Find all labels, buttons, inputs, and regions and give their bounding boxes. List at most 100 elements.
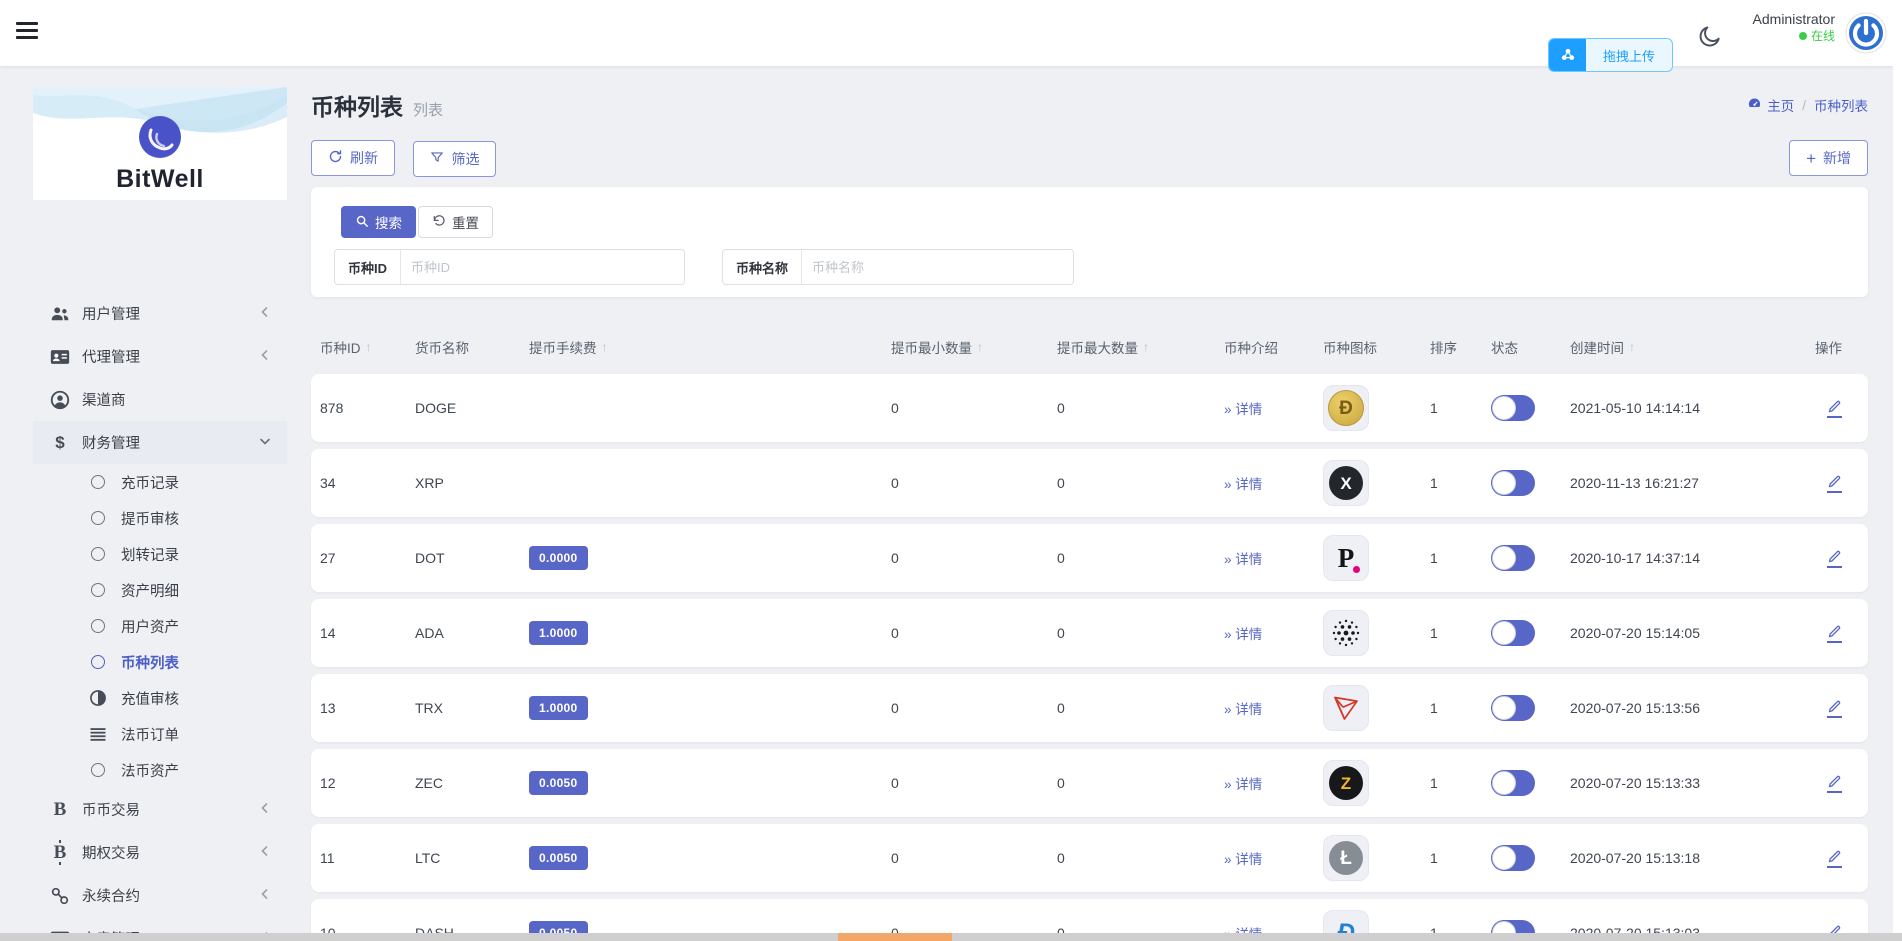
status-toggle[interactable] — [1491, 545, 1535, 571]
sidebar-item[interactable]: 用户管理 — [33, 292, 287, 335]
coin-name-cell: DOT — [415, 550, 529, 566]
radio-icon — [88, 583, 108, 597]
detail-cell: » 详情 — [1224, 698, 1323, 718]
username: Administrator — [1735, 10, 1835, 28]
sidebar-item[interactable]: 法币资产 — [33, 752, 287, 788]
min-withdraw-cell: 0 — [891, 700, 1057, 716]
operation-cell — [1815, 774, 1868, 793]
coin-name-cell: LTC — [415, 850, 529, 866]
detail-link[interactable]: » 详情 — [1224, 702, 1262, 717]
sidebar-item[interactable]: 代理管理 — [33, 335, 287, 378]
breadcrumb-home-link[interactable]: 主页 — [1747, 95, 1794, 115]
sidebar-item[interactable]: 提币审核 — [33, 500, 287, 536]
detail-link[interactable]: » 详情 — [1224, 552, 1262, 567]
coin-id-cell: 13 — [311, 700, 415, 716]
online-status: 在线 — [1811, 29, 1835, 43]
reset-button[interactable]: 重置 — [418, 206, 493, 238]
column-header-label: 币种介绍 — [1224, 337, 1278, 357]
hamburger-menu-icon[interactable] — [16, 22, 42, 44]
horizontal-scrollbar-thumb[interactable] — [838, 933, 952, 941]
sidebar: BitWell 用户管理代理管理渠道商$财务管理充币记录提币审核划转记录资产明细… — [33, 87, 287, 941]
sidebar-item-label: 资产明细 — [121, 580, 179, 601]
coin-name-input[interactable] — [802, 250, 1073, 284]
link-icon — [47, 886, 73, 906]
edit-button[interactable] — [1827, 699, 1842, 718]
status-toggle[interactable] — [1491, 395, 1535, 421]
bitcoin-icon: B — [47, 843, 73, 862]
operation-cell — [1815, 549, 1868, 568]
coin-name-field-group: 币种名称 — [722, 249, 1074, 285]
coin-name-cell: TRX — [415, 700, 529, 716]
fee-badge: 0.0050 — [529, 771, 588, 795]
add-button[interactable]: + 新增 — [1789, 140, 1868, 176]
page-title: 币种列表 列表 — [311, 88, 443, 122]
search-button[interactable]: 搜索 — [341, 206, 416, 238]
min-withdraw-cell: 0 — [891, 400, 1057, 416]
edit-button[interactable] — [1827, 399, 1842, 418]
admin-page: 拖拽上传 Administrator 在线 BitWell 用户管理代理管理渠道… — [0, 0, 1902, 941]
edit-button[interactable] — [1827, 624, 1842, 643]
sidebar-item[interactable]: $财务管理 — [33, 421, 287, 464]
coin-name-cell: DOGE — [415, 400, 529, 416]
refresh-icon — [328, 149, 343, 167]
column-header[interactable]: 币种ID↑ — [311, 337, 415, 357]
list-icon — [88, 724, 108, 744]
chevron-left-icon — [259, 306, 271, 322]
avatar[interactable] — [1845, 12, 1887, 54]
sort-arrow-icon: ↑ — [977, 340, 983, 354]
sidebar-item[interactable]: 用户资产 — [33, 608, 287, 644]
filter-button[interactable]: 筛选 — [413, 141, 496, 177]
sidebar-item[interactable]: 充币记录 — [33, 464, 287, 500]
max-withdraw-cell: 0 — [1057, 550, 1224, 566]
table-row: 14ADA1.000000» 详情12020-07-20 15:14:05 — [311, 599, 1868, 667]
column-header[interactable]: 创建时间↑ — [1570, 337, 1815, 357]
detail-link[interactable]: » 详情 — [1224, 777, 1262, 792]
sidebar-item[interactable]: 币种列表 — [33, 644, 287, 680]
sidebar-item[interactable]: 资产明细 — [33, 572, 287, 608]
sort-cell: 1 — [1430, 850, 1491, 866]
sidebar-item[interactable]: B币币交易 — [33, 788, 287, 831]
sidebar-item[interactable]: 划转记录 — [33, 536, 287, 572]
edit-button[interactable] — [1827, 549, 1842, 568]
detail-link[interactable]: » 详情 — [1224, 477, 1262, 492]
fee-cell: 0.0000 — [529, 546, 891, 570]
edit-button[interactable] — [1827, 474, 1842, 493]
min-withdraw-cell: 0 — [891, 550, 1057, 566]
status-toggle[interactable] — [1491, 845, 1535, 871]
column-header-label: 创建时间 — [1570, 337, 1624, 357]
coin-icon-cell: Z — [1323, 760, 1430, 806]
sidebar-item[interactable]: 渠道商 — [33, 378, 287, 421]
coin-icon-cell: Ł — [1323, 835, 1430, 881]
chevron-left-icon — [259, 888, 271, 904]
fee-cell: 0.0050 — [529, 771, 891, 795]
max-withdraw-cell: 0 — [1057, 775, 1224, 791]
drag-upload-button[interactable]: 拖拽上传 — [1548, 38, 1673, 72]
detail-link[interactable]: » 详情 — [1224, 627, 1262, 642]
column-header[interactable]: 提币最小数量↑ — [891, 337, 1057, 357]
column-header[interactable]: 提币手续费↑ — [529, 337, 891, 357]
sidebar-item[interactable]: B期权交易 — [33, 831, 287, 874]
edit-button[interactable] — [1827, 774, 1842, 793]
min-withdraw-cell: 0 — [891, 625, 1057, 641]
coin-id-cell: 27 — [311, 550, 415, 566]
column-header-label: 提币最大数量 — [1057, 337, 1138, 357]
user-menu[interactable]: Administrator 在线 — [1735, 10, 1835, 44]
status-toggle[interactable] — [1491, 695, 1535, 721]
detail-link[interactable]: » 详情 — [1224, 402, 1262, 417]
sort-arrow-icon: ↑ — [366, 340, 372, 354]
refresh-button[interactable]: 刷新 — [311, 140, 395, 176]
sidebar-item[interactable]: 充值审核 — [33, 680, 287, 716]
column-header[interactable]: 提币最大数量↑ — [1057, 337, 1224, 357]
status-toggle[interactable] — [1491, 620, 1535, 646]
detail-link[interactable]: » 详情 — [1224, 852, 1262, 867]
max-withdraw-cell: 0 — [1057, 700, 1224, 716]
coin-id-input[interactable] — [401, 250, 684, 284]
status-toggle[interactable] — [1491, 470, 1535, 496]
sidebar-item[interactable]: 永续合约 — [33, 874, 287, 917]
dark-mode-moon-icon[interactable] — [1697, 23, 1723, 49]
sidebar-item[interactable]: 法币订单 — [33, 716, 287, 752]
dot-coin-icon: P — [1323, 535, 1369, 581]
status-toggle[interactable] — [1491, 770, 1535, 796]
detail-cell: » 详情 — [1224, 548, 1323, 568]
edit-button[interactable] — [1827, 849, 1842, 868]
